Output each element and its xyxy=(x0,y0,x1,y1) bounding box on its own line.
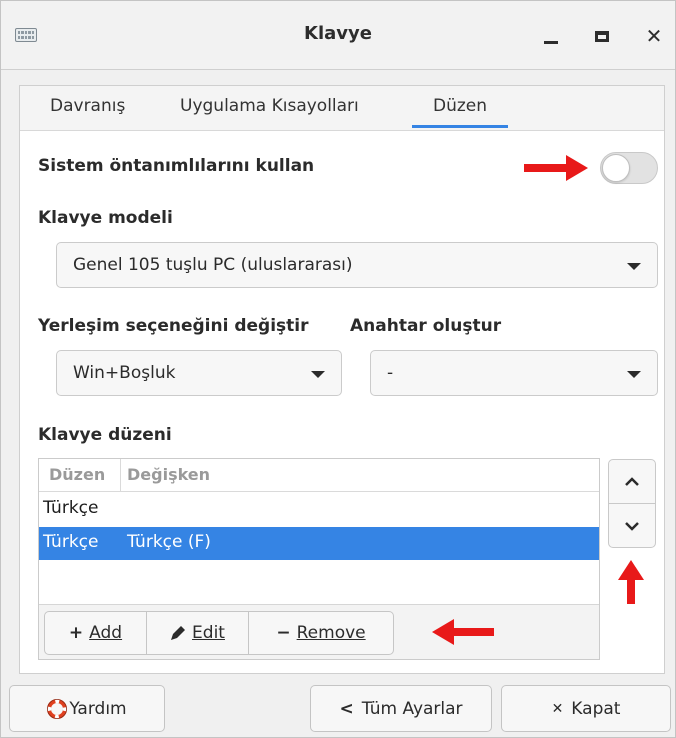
column-header-layout[interactable]: Düzen xyxy=(39,459,121,492)
remove-layout-button[interactable]: − Remove xyxy=(249,612,393,654)
tab-bar: Davranış Uygulama Kısayolları Düzen xyxy=(20,86,664,131)
list-toolbar: + Add Edit − Remove xyxy=(39,604,599,659)
keyboard-layout-label: Klavye düzeni xyxy=(38,425,172,445)
annotation-arrow-up xyxy=(618,560,644,604)
minus-icon: − xyxy=(276,623,291,643)
close-label: Kapat xyxy=(571,698,621,719)
keyboard-layout-list: Düzen Değişken Türkçe Türkçe Türkçe (F) … xyxy=(38,458,600,660)
compose-key-value: - xyxy=(387,363,394,383)
lifebuoy-icon xyxy=(47,698,68,719)
keyboard-settings-window: Klavye ✕ Davranış Uygulama Kısayolları D… xyxy=(0,0,676,738)
layout-cell: Türkçe xyxy=(43,498,99,518)
list-button-group: + Add Edit − Remove xyxy=(44,611,394,655)
layout-switch-combo[interactable]: Win+Boşluk xyxy=(56,350,342,396)
all-settings-button[interactable]: < Tüm Ayarlar xyxy=(310,685,492,732)
pencil-icon xyxy=(171,626,186,640)
column-header-variant[interactable]: Değişken xyxy=(127,459,210,492)
edit-layout-button[interactable]: Edit xyxy=(147,612,249,654)
settings-panel: Davranış Uygulama Kısayolları Düzen Sist… xyxy=(19,85,665,674)
system-defaults-label: Sistem öntanımlılarını kullan xyxy=(38,156,315,176)
tab-davranis[interactable]: Davranış xyxy=(50,96,125,116)
titlebar[interactable]: Klavye ✕ xyxy=(1,1,675,70)
move-down-button[interactable] xyxy=(608,503,656,548)
move-up-button[interactable] xyxy=(608,459,656,504)
help-label: Yardım xyxy=(69,698,127,719)
system-defaults-toggle[interactable] xyxy=(600,152,658,184)
dropdown-caret-icon xyxy=(311,371,325,378)
compose-key-combo[interactable]: - xyxy=(370,350,658,396)
maximize-icon xyxy=(595,30,609,42)
close-button[interactable]: ✕ Kapat xyxy=(501,685,671,732)
chevron-up-icon xyxy=(625,476,639,486)
minimize-button[interactable] xyxy=(536,21,566,51)
add-layout-button[interactable]: + Add xyxy=(45,612,147,654)
close-icon: ✕ xyxy=(645,24,663,48)
chevron-down-icon xyxy=(625,521,639,531)
tab-duzen[interactable]: Düzen xyxy=(412,96,508,128)
annotation-arrow-right xyxy=(524,155,588,181)
keyboard-model-label: Klavye modeli xyxy=(38,208,173,228)
window-title: Klavye xyxy=(304,23,372,44)
layout-switch-value: Win+Boşluk xyxy=(73,363,176,383)
tab-uygulama-kisayollari[interactable]: Uygulama Kısayolları xyxy=(180,96,359,116)
layout-cell: Türkçe xyxy=(43,532,99,552)
annotation-arrow-left xyxy=(432,619,494,645)
help-button[interactable]: Yardım xyxy=(9,685,165,732)
close-window-button[interactable]: ✕ xyxy=(639,21,669,51)
list-item[interactable]: Türkçe xyxy=(39,493,599,526)
all-settings-label: Tüm Ayarlar xyxy=(361,698,463,719)
keyboard-model-combo[interactable]: Genel 105 tuşlu PC (uluslararası) xyxy=(56,242,658,288)
compose-key-label: Anahtar oluştur xyxy=(350,316,502,336)
dropdown-caret-icon xyxy=(627,263,641,270)
minimize-icon xyxy=(544,40,558,44)
dropdown-caret-icon xyxy=(627,371,641,378)
close-icon: ✕ xyxy=(551,700,564,717)
chevron-left-icon: < xyxy=(339,698,354,719)
keyboard-model-value: Genel 105 tuşlu PC (uluslararası) xyxy=(73,255,353,275)
list-item[interactable]: Türkçe Türkçe (F) xyxy=(39,527,599,560)
maximize-button[interactable] xyxy=(587,21,617,51)
plus-icon: + xyxy=(68,623,84,643)
variant-cell: Türkçe (F) xyxy=(127,532,211,552)
layout-switch-label: Yerleşim seçeneğini değiştir xyxy=(38,316,309,336)
toggle-knob xyxy=(602,154,630,182)
list-header: Düzen Değişken xyxy=(39,459,599,492)
